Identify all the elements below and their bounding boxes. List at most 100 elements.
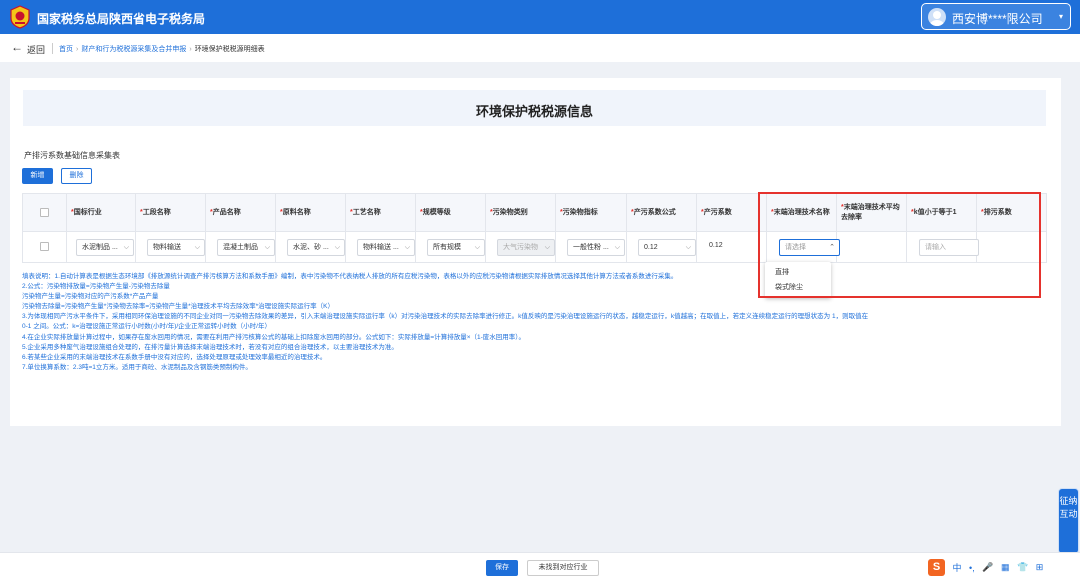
user-menu[interactable]: 西安博****限公司 ▾: [921, 3, 1071, 30]
header-product: *产品名称: [206, 194, 276, 232]
breadcrumb-current: 环境保护税税源明细表: [194, 46, 265, 53]
k-value-input[interactable]: 请输入: [919, 239, 979, 256]
dropdown-option-bag-filter[interactable]: 袋式除尘: [775, 282, 803, 292]
header-removal-rate: *末端治理技术平均去除率: [837, 194, 907, 232]
header-k-value: *k值小于等于1: [907, 194, 977, 232]
header-treatment-tech: *末端治理技术名称: [767, 194, 837, 232]
microphone-icon[interactable]: 🎤: [982, 562, 993, 573]
header-pollutant-indicator: *污染物指标: [556, 194, 627, 232]
note-line: 7.单位换算系数：2.3吨=1立方米。适用于商砼、水泥制品及含钢筋类预制构件。: [22, 363, 252, 371]
formula-cell: 0.12 ⌵: [627, 232, 697, 263]
note-line: 污染物产生量=污染物对应的产污系数*产品产量: [22, 293, 159, 301]
section-select[interactable]: 物料输送 ⌵: [147, 239, 205, 256]
ime-chinese-mode[interactable]: 中: [953, 561, 962, 574]
removal-rate-cell: [837, 232, 907, 263]
coefficient-table: *国标行业 *工段名称 *产品名称 *原料名称 *工艺名称 *规模等级 *污染物…: [22, 193, 1047, 263]
chevron-down-icon: ⌵: [404, 244, 410, 251]
breadcrumb-tax-source[interactable]: 财产和行为税税源采集及合并申报: [81, 46, 186, 53]
header-emission-coefficient: *排污系数: [981, 209, 1012, 216]
site-title: 国家税务总局陕西省电子税务局: [37, 12, 206, 26]
note-line: 4.在企业实际排放量计算过程中，如果存在废水回用的情况，需要在利用产排污核算公式…: [22, 333, 526, 341]
chevron-down-icon: ▾: [1058, 12, 1063, 21]
header-coefficient: *产污系数: [697, 194, 767, 232]
page-title: 环境保护税税源信息: [475, 104, 593, 119]
divider: [52, 43, 53, 54]
header-process: *工艺名称: [346, 194, 416, 232]
note-line: 填表说明：1.自动计算表是根据生态环境部《排放源统计调查产排污核算方法和系数手册…: [22, 273, 678, 280]
select-all-checkbox[interactable]: [40, 208, 49, 217]
note-line: 6.若某些企业采用的末端治理技术在系数手册中没有对应的，选择处理原理或处理效率最…: [22, 353, 327, 361]
header-formula: *产污系数公式: [627, 194, 697, 232]
coefficient-cell: 0.12: [697, 232, 767, 263]
process-select[interactable]: 物料输送 ... ⌵: [357, 239, 415, 256]
footer-bar: 保存 未找到对应行业 S 中 •, 🎤 ▦ 👕 ⊞: [0, 552, 1080, 582]
header-section: *工段名称: [136, 194, 206, 232]
product-cell: 混凝土制品 ⌵: [206, 232, 276, 263]
save-button[interactable]: 保存: [486, 560, 518, 576]
header-industry: *国标行业: [67, 194, 136, 232]
main-card: 环境保护税税源信息 产排污系数基础信息采集表 新增 删除 *国标行业 *工段名称…: [10, 78, 1061, 426]
chevron-down-icon: ⌵: [123, 244, 129, 251]
breadcrumb-home[interactable]: 首页: [59, 46, 73, 53]
header-material: *原料名称: [276, 194, 346, 232]
chevron-down-icon: ⌵: [685, 244, 691, 251]
row-select-cell: [23, 232, 67, 263]
header-pollutant-category: *污染物类别: [486, 194, 556, 232]
note-line: 2.公式：污染物排放量=污染物产生量-污染物去除量: [22, 283, 170, 291]
note-line: 0-1 之间。公式：k=治理设施正常运行小时数(小时/年)/企业正常运转小时数（…: [22, 323, 271, 331]
industry-select[interactable]: 水泥制品 ... ⌵: [76, 239, 134, 256]
keyboard-icon[interactable]: ▦: [1001, 562, 1010, 573]
note-line: 3.为体现相同产污水平条件下，采用相同环保治理设施的不同企业对同一污染物去除效果…: [22, 313, 869, 321]
scale-cell: 所有规模 ⌵: [416, 232, 486, 263]
chevron-down-icon: ⌵: [544, 244, 550, 251]
process-cell: 物料输送 ... ⌵: [346, 232, 416, 263]
note-line: 5.企业采用多种废气治理设施组合处理的，在排污量计算选择末端治理技术时，若没有对…: [22, 343, 398, 351]
treatment-tech-cell: 请选择 ⌃: [767, 232, 840, 263]
user-name: 西安博****限公司: [952, 12, 1043, 26]
avatar-icon: [928, 8, 946, 26]
section-cell: 物料输送 ⌵: [136, 232, 206, 263]
breadcrumb-separator: ›: [76, 46, 79, 53]
header-select-all-cell: [23, 194, 67, 232]
table-header-row: *国标行业 *工段名称 *产品名称 *原料名称 *工艺名称 *规模等级 *污染物…: [23, 194, 1046, 232]
toolbox-icon[interactable]: ⊞: [1036, 562, 1044, 573]
add-button[interactable]: 新增: [22, 168, 53, 184]
ime-punctuation-icon[interactable]: •,: [969, 563, 975, 573]
chevron-down-icon: ⌵: [264, 244, 270, 251]
pollutant-category-select: 大气污染物 ⌵: [497, 239, 555, 256]
title-band: 环境保护税税源信息: [23, 90, 1046, 126]
chevron-down-icon: ⌵: [334, 244, 340, 251]
back-button[interactable]: 返回: [27, 43, 45, 56]
delete-button[interactable]: 删除: [61, 168, 92, 184]
row-checkbox[interactable]: [40, 242, 49, 251]
interaction-float-button[interactable]: 征纳互动: [1058, 488, 1079, 554]
note-line: 污染物去除量=污染物产生量*污染物去除率=污染物产生量*治理技术平均去除效率*治…: [22, 303, 335, 311]
sogou-ime-icon[interactable]: S: [928, 559, 945, 576]
ime-toolbar: S 中 •, 🎤 ▦ 👕 ⊞: [928, 559, 1043, 577]
form-instructions: 填表说明：1.自动计算表是根据生态环境部《排放源统计调查产排污核算方法和系数手册…: [22, 272, 1040, 373]
k-value-cell: 请输入: [907, 232, 979, 263]
pollutant-indicator-select[interactable]: 一般性粉 ... ⌵: [567, 239, 625, 256]
skin-icon[interactable]: 👕: [1017, 562, 1028, 573]
scale-select[interactable]: 所有规模 ⌵: [427, 239, 485, 256]
treatment-tech-select[interactable]: 请选择 ⌃: [779, 239, 840, 256]
material-cell: 水泥、砂 ... ⌵: [276, 232, 346, 263]
breadcrumb: 首页 › 财产和行为税税源采集及合并申报 › 环境保护税税源明细表: [59, 44, 265, 54]
coefficient-value: 0.12: [709, 242, 723, 249]
table-row: 水泥制品 ... ⌵ 物料输送 ⌵ 混凝土制品 ⌵ 水泥、砂 ... ⌵ 物料输送 ..…: [23, 232, 1046, 263]
industry-cell: 水泥制品 ... ⌵: [67, 232, 136, 263]
pollutant-indicator-cell: 一般性粉 ... ⌵: [556, 232, 627, 263]
pollutant-category-cell: 大气污染物 ⌵: [486, 232, 556, 263]
material-select[interactable]: 水泥、砂 ... ⌵: [287, 239, 345, 256]
top-header: 国家税务总局陕西省电子税务局 西安博****限公司 ▾: [0, 0, 1080, 34]
product-select[interactable]: 混凝土制品 ⌵: [217, 239, 275, 256]
section-title: 产排污系数基础信息采集表: [24, 151, 120, 160]
industry-not-found-button[interactable]: 未找到对应行业: [527, 560, 599, 576]
back-arrow-icon[interactable]: ←: [11, 40, 23, 54]
dropdown-option-direct-discharge[interactable]: 直排: [775, 267, 789, 277]
breadcrumb-bar: ← 返回 首页 › 财产和行为税税源采集及合并申报 › 环境保护税税源明细表: [0, 34, 1080, 62]
formula-select[interactable]: 0.12 ⌵: [638, 239, 696, 256]
treatment-tech-dropdown: 直排 袋式除尘: [765, 262, 831, 298]
emission-coefficient-cell: [977, 232, 1047, 263]
chevron-down-icon: ⌵: [194, 244, 200, 251]
